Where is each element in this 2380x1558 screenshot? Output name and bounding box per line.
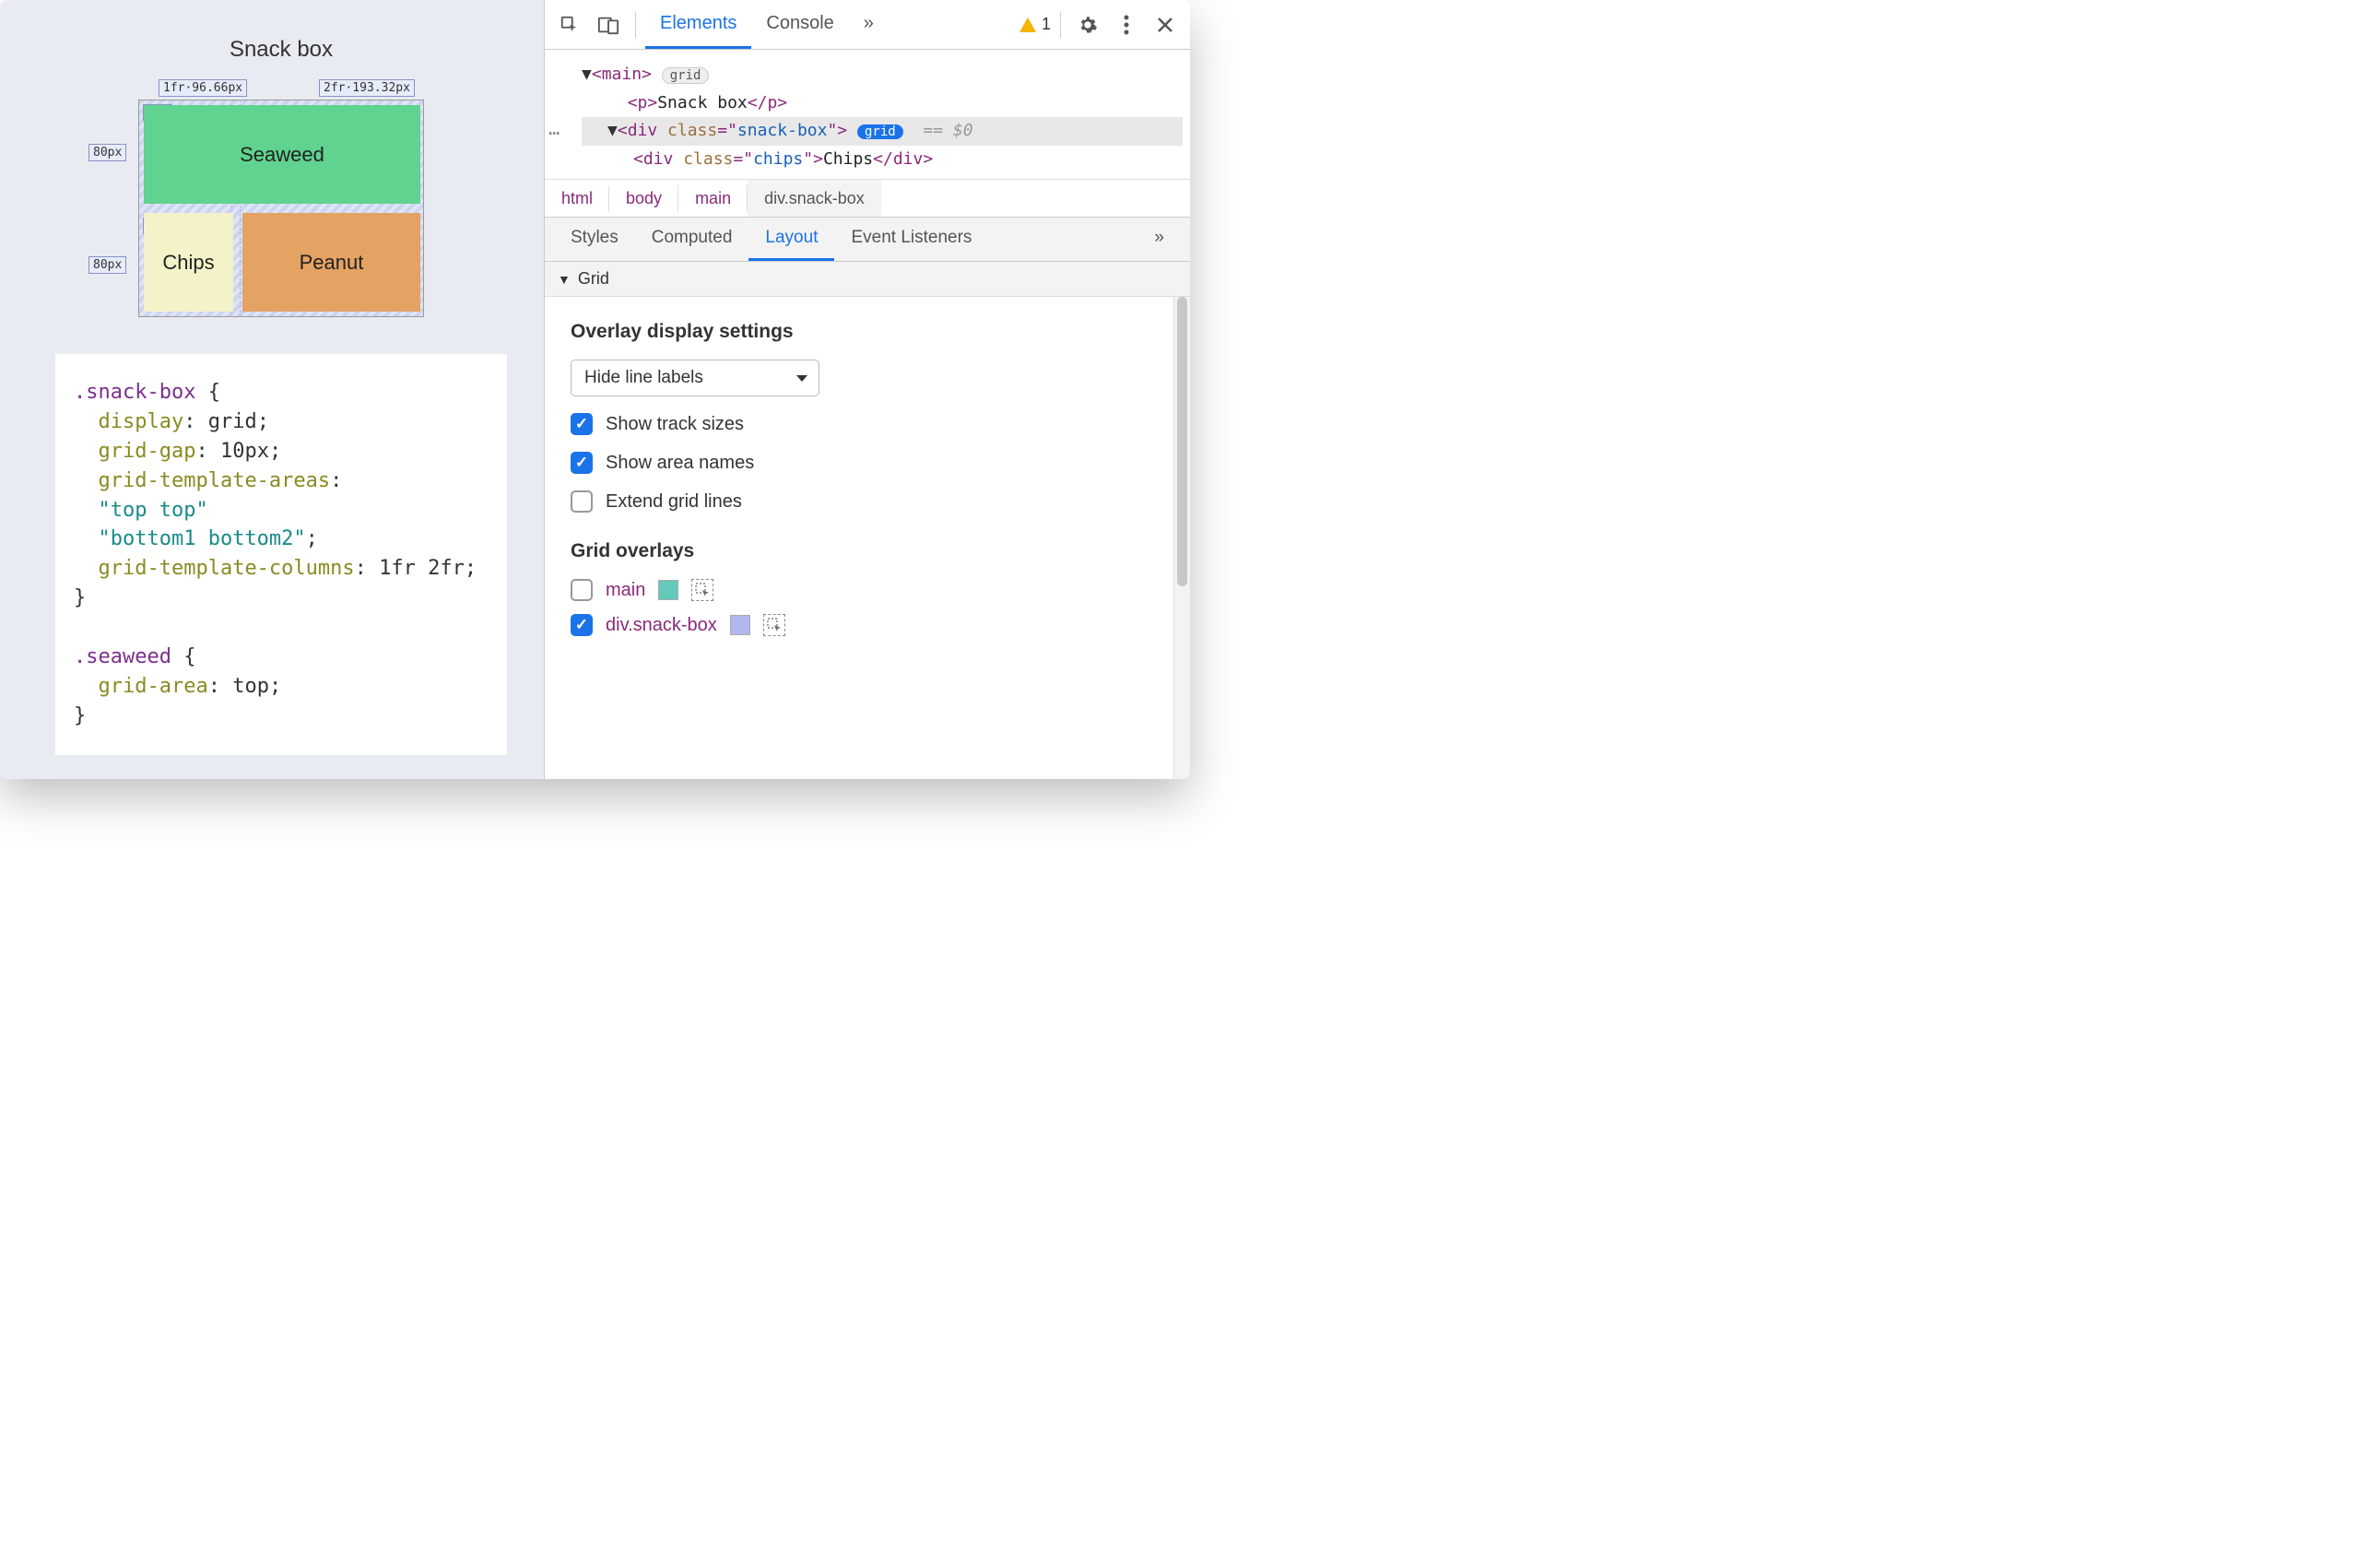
disclosure-icon: ▼ xyxy=(558,272,571,287)
element-picker-icon[interactable] xyxy=(763,614,785,636)
toolbar-separator xyxy=(635,12,636,38)
chevron-down-icon xyxy=(796,375,807,382)
subtab-event-listeners[interactable]: Event Listeners xyxy=(834,218,988,261)
show-track-sizes-row[interactable]: Show track sizes xyxy=(571,413,1164,435)
crumb-main[interactable]: main xyxy=(678,180,748,217)
warning-count: 1 xyxy=(1042,15,1051,34)
extend-grid-lines-row[interactable]: Extend grid lines xyxy=(571,490,1164,513)
element-picker-icon[interactable] xyxy=(691,579,713,601)
line-labels-select[interactable]: Hide line labels xyxy=(571,360,819,396)
checkbox-track-sizes-label: Show track sizes xyxy=(606,414,744,435)
cell-seaweed: Seaweed xyxy=(144,105,420,204)
snack-box-grid: Seaweed Chips Peanut xyxy=(138,100,424,317)
dom-node-main[interactable]: ▼<main> grid xyxy=(582,61,1183,89)
select-value: Hide line labels xyxy=(584,368,703,388)
checkbox-extend-lines-label: Extend grid lines xyxy=(606,491,742,513)
page-viewport: Snack box 1fr·96.66px 2fr·193.32px 80px … xyxy=(0,0,544,779)
close-icon[interactable] xyxy=(1148,7,1183,42)
toolbar-separator xyxy=(1060,12,1061,38)
overlay-main-row: main xyxy=(571,579,1164,601)
crumb-html[interactable]: html xyxy=(545,180,609,217)
tab-console[interactable]: Console xyxy=(751,0,848,49)
cell-peanut: Peanut xyxy=(242,213,420,312)
tab-elements[interactable]: Elements xyxy=(645,0,751,49)
checkbox-area-names-label: Show area names xyxy=(606,453,754,474)
subtab-layout[interactable]: Layout xyxy=(748,218,834,261)
cell-chips: Chips xyxy=(144,213,233,312)
devtools-panel: Elements Console » 1 ▼<main> grid <p>S xyxy=(544,0,1190,779)
grid-overlays-heading: Grid overlays xyxy=(571,540,1164,562)
dom-tree[interactable]: ▼<main> grid <p>Snack box</p> ▼<div clas… xyxy=(545,50,1190,179)
overlay-main-checkbox[interactable] xyxy=(571,579,593,601)
overlay-snackbox-swatch[interactable] xyxy=(730,615,750,635)
overlay-snackbox-checkbox[interactable] xyxy=(571,614,593,636)
app-window: Snack box 1fr·96.66px 2fr·193.32px 80px … xyxy=(0,0,1190,779)
subtabs-overflow[interactable]: » xyxy=(1137,218,1181,261)
dom-node-p[interactable]: <p>Snack box</p> xyxy=(582,89,1183,118)
main-tabs: Elements Console » xyxy=(645,0,889,49)
row-label-2: 80px xyxy=(88,256,126,274)
checkbox-track-sizes[interactable] xyxy=(571,413,593,435)
subtab-computed[interactable]: Computed xyxy=(635,218,749,261)
checkbox-extend-lines[interactable] xyxy=(571,490,593,513)
dom-node-snackbox[interactable]: ▼<div class="snack-box"> grid == $0 xyxy=(582,117,1183,146)
tabs-overflow[interactable]: » xyxy=(849,0,889,49)
overlay-main-swatch[interactable] xyxy=(658,580,678,600)
warning-icon xyxy=(1019,18,1036,32)
grid-demo-wrap: 1fr·96.66px 2fr·193.32px 80px 80px top b… xyxy=(138,100,424,317)
scrollbar-thumb[interactable] xyxy=(1177,297,1187,586)
section-grid-title: Grid xyxy=(578,269,609,289)
row-label-1: 80px xyxy=(88,144,126,161)
layout-panel-body: Overlay display settings Hide line label… xyxy=(545,297,1190,779)
devtools-toolbar: Elements Console » 1 xyxy=(545,0,1190,50)
section-grid-header[interactable]: ▼ Grid xyxy=(545,262,1190,297)
overlay-settings-heading: Overlay display settings xyxy=(571,321,1164,343)
page-title: Snack box xyxy=(55,37,507,63)
scrollbar[interactable] xyxy=(1173,297,1190,779)
overlay-snackbox-row: div.snack-box xyxy=(571,614,1164,636)
device-toggle-icon[interactable] xyxy=(591,7,626,42)
col-label-2: 2fr·193.32px xyxy=(319,79,415,97)
settings-icon[interactable] xyxy=(1070,7,1105,42)
kebab-menu-icon[interactable] xyxy=(1109,7,1144,42)
dom-node-chips[interactable]: <div class="chips">Chips</div> xyxy=(582,146,1183,174)
crumb-body[interactable]: body xyxy=(609,180,678,217)
col-label-1: 1fr·96.66px xyxy=(159,79,247,97)
css-snippet: .snack-box { display: grid; grid-gap: 10… xyxy=(55,354,507,755)
overlay-snackbox-label[interactable]: div.snack-box xyxy=(606,615,717,636)
show-area-names-row[interactable]: Show area names xyxy=(571,452,1164,474)
overlay-main-label[interactable]: main xyxy=(606,580,645,601)
subtab-styles[interactable]: Styles xyxy=(554,218,635,261)
styles-subtabs: Styles Computed Layout Event Listeners » xyxy=(545,218,1190,262)
checkbox-area-names[interactable] xyxy=(571,452,593,474)
warning-indicator[interactable]: 1 xyxy=(1019,15,1051,34)
inspect-icon[interactable] xyxy=(552,7,587,42)
crumb-snackbox[interactable]: div.snack-box xyxy=(748,180,881,217)
dom-breadcrumb: html body main div.snack-box xyxy=(545,179,1190,218)
